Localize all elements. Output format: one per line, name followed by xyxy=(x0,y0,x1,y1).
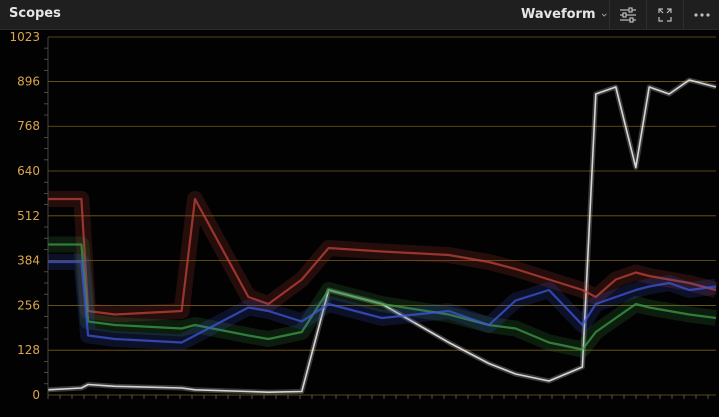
y-tick-label: 512 xyxy=(17,209,40,223)
more-options-icon xyxy=(693,12,710,17)
y-tick-label: 896 xyxy=(17,74,40,88)
y-tick-label: 0 xyxy=(32,388,40,402)
panel-header: Scopes Waveform xyxy=(0,0,719,30)
chevron-down-icon xyxy=(602,13,608,17)
expand-icon xyxy=(658,7,672,22)
scope-mode-dropdown[interactable]: Waveform xyxy=(516,0,608,29)
scope-settings-button[interactable] xyxy=(610,0,646,29)
y-tick-label: 384 xyxy=(17,254,40,268)
expand-button[interactable] xyxy=(647,0,683,29)
settings-sliders-icon xyxy=(620,6,636,23)
y-tick-label: 640 xyxy=(17,164,40,178)
y-tick-label: 128 xyxy=(17,343,40,357)
scopes-panel: Scopes Waveform 0 128 256 384 512 640 76… xyxy=(0,0,719,417)
y-tick-label: 768 xyxy=(17,119,40,133)
more-options-button[interactable] xyxy=(684,0,719,29)
waveform-scope[interactable]: 0 128 256 384 512 640 768 896 1023 xyxy=(0,30,719,417)
scope-mode-label: Waveform xyxy=(521,7,596,22)
y-tick-label: 1023 xyxy=(9,30,40,44)
y-tick-label: 256 xyxy=(17,298,40,312)
panel-title: Scopes xyxy=(9,6,61,21)
